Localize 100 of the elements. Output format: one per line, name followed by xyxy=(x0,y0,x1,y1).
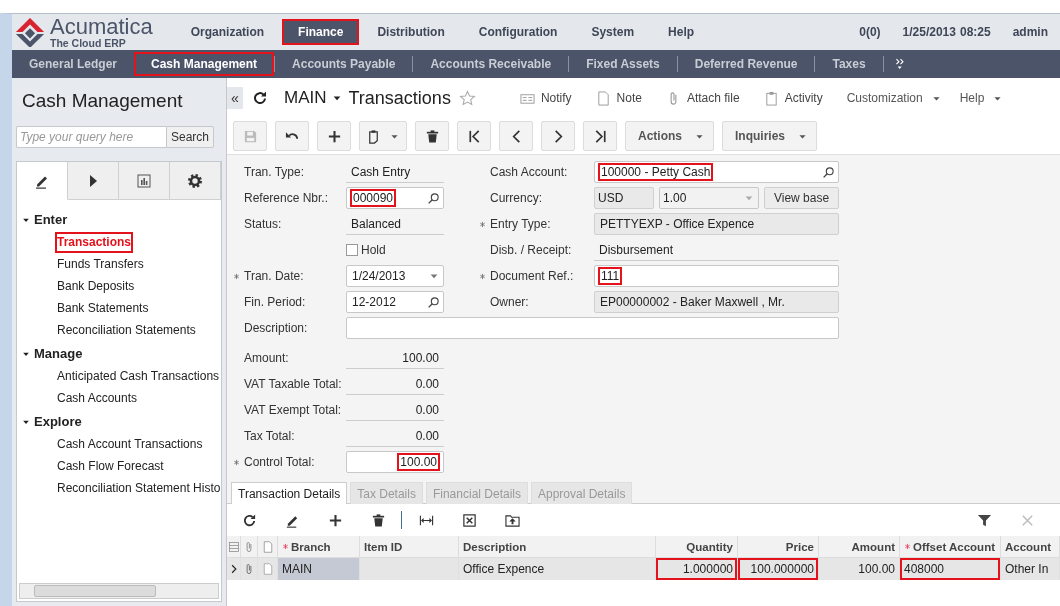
sidebar-tab[interactable] xyxy=(68,162,119,200)
column-header[interactable]: Offset Account xyxy=(900,536,1001,558)
x-box-icon xyxy=(461,512,477,528)
tree-item[interactable]: Bank Statements xyxy=(55,298,151,319)
trash-icon xyxy=(424,128,440,144)
last-button[interactable] xyxy=(583,121,617,151)
note-link[interactable]: Note xyxy=(595,90,642,106)
table-cell: 1.000000 xyxy=(656,558,738,580)
search-field[interactable]: Type your query here xyxy=(16,126,166,148)
description-field[interactable] xyxy=(346,317,839,339)
module-tab[interactable]: Accounts Receivable xyxy=(413,52,569,76)
tree-item[interactable]: Reconciliation Statements xyxy=(55,320,198,341)
notification-count[interactable]: 0(0) xyxy=(859,25,881,39)
table-cell: MAIN xyxy=(278,558,360,580)
checkbox[interactable]: Hold xyxy=(346,243,386,257)
first-button[interactable] xyxy=(457,121,491,151)
module-tab[interactable]: Deferred Revenue xyxy=(677,52,815,76)
field-label: VAT Exempt Total: xyxy=(244,403,343,417)
column-header[interactable]: Quantity xyxy=(656,536,738,558)
menu-item[interactable]: Configuration xyxy=(462,19,574,45)
menu-item[interactable]: Distribution xyxy=(361,19,461,45)
tree-item[interactable]: Anticipated Cash Transactions xyxy=(55,366,222,387)
column-header[interactable]: Price xyxy=(738,536,819,558)
lookup-field[interactable]: 000090 xyxy=(346,187,444,209)
field-value: Balanced xyxy=(346,213,444,235)
field-label: VAT Taxable Total: xyxy=(244,377,343,391)
menu-item[interactable]: System xyxy=(575,19,651,45)
column-header[interactable]: Item ID xyxy=(360,536,459,558)
input-field[interactable]: 100.00 xyxy=(346,451,444,473)
tab[interactable]: Transaction Details xyxy=(231,482,348,504)
undo-button[interactable] xyxy=(275,121,309,151)
menu-item[interactable]: Finance xyxy=(282,19,360,45)
clipboard-icon xyxy=(366,128,381,144)
menu-button[interactable]: Inquiries xyxy=(722,121,818,151)
column-header[interactable]: Account xyxy=(1001,536,1060,558)
table-cell: Office Expence xyxy=(459,558,656,580)
tree-item[interactable]: Reconciliation Statement Histo xyxy=(55,478,223,499)
column-header[interactable]: Amount xyxy=(819,536,900,558)
logo-subtitle: The Cloud ERP xyxy=(50,37,127,49)
module-tab[interactable]: Cash Management xyxy=(134,52,275,76)
column-header[interactable]: Branch xyxy=(278,536,360,558)
tree-group[interactable]: Explore xyxy=(17,410,88,433)
tree-item[interactable]: Funds Transfers xyxy=(55,254,146,275)
amount-value: 0.00 xyxy=(346,399,444,421)
logo-icon xyxy=(15,17,45,47)
paperclip-icon xyxy=(243,540,255,553)
next-button[interactable] xyxy=(541,121,575,151)
amount-value: 0.00 xyxy=(346,425,444,447)
bar-chart-icon xyxy=(136,172,152,189)
field-label: Status: xyxy=(244,217,283,231)
star-icon xyxy=(458,89,476,107)
read-only-field: PETTYEXP - Office Expence xyxy=(594,213,839,235)
search-button[interactable]: Search xyxy=(166,126,215,148)
tree-item[interactable]: Cash Flow Forecast xyxy=(55,456,166,477)
date-field[interactable]: 1/24/2013 xyxy=(346,265,444,287)
search-icon xyxy=(822,165,835,179)
menu-item[interactable]: Organization xyxy=(174,19,281,45)
field-label: Description: xyxy=(244,321,309,335)
notify-link[interactable]: Notify xyxy=(519,90,572,106)
sidebar-tab[interactable] xyxy=(170,162,221,200)
menu-button[interactable]: Actions xyxy=(625,121,714,151)
tree-item[interactable]: Bank Deposits xyxy=(55,276,137,297)
tree-group[interactable]: Enter xyxy=(17,208,74,231)
module-tab[interactable]: General Ledger xyxy=(12,52,135,76)
field-value: Disbursement xyxy=(594,239,839,261)
activity-link[interactable]: Activity xyxy=(763,90,823,106)
tree-item[interactable]: Cash Accounts xyxy=(55,388,140,409)
field-label: Control Total: xyxy=(244,455,316,469)
menu-link[interactable]: Customization xyxy=(846,91,942,105)
copy-button[interactable] xyxy=(359,121,407,151)
table-cell: Other In xyxy=(1001,558,1060,580)
menu-link[interactable]: Help xyxy=(959,91,1004,105)
delete-button[interactable] xyxy=(415,121,449,151)
add-button[interactable] xyxy=(317,121,351,151)
lookup-field[interactable]: 12-2012 xyxy=(346,291,444,313)
input-field[interactable]: 111 xyxy=(594,265,839,287)
horizontal-scrollbar[interactable] xyxy=(19,583,219,599)
company-selector[interactable]: MAIN xyxy=(284,88,343,108)
search-icon xyxy=(427,295,440,309)
user-name[interactable]: admin xyxy=(1012,25,1048,39)
field-value: Cash Entry xyxy=(346,161,444,183)
module-tab[interactable]: Taxes xyxy=(815,52,883,76)
tree-item[interactable]: Transactions xyxy=(55,232,134,253)
view-base-button[interactable]: View base xyxy=(764,187,839,209)
rate-dropdown[interactable]: 1.00 xyxy=(659,187,759,209)
field-label: Entry Type: xyxy=(490,217,552,231)
amount-value: 0.00 xyxy=(346,373,444,395)
module-tab[interactable]: Accounts Payable xyxy=(275,52,413,76)
plus-icon xyxy=(327,512,343,528)
collapse-button[interactable]: « xyxy=(227,87,243,109)
previous-button[interactable] xyxy=(499,121,533,151)
menu-item[interactable]: Help xyxy=(652,19,711,45)
attach-link[interactable]: Attach file xyxy=(665,90,740,106)
tree-group[interactable]: Manage xyxy=(17,342,89,365)
tree-item[interactable]: Cash Account Transactions xyxy=(55,434,205,455)
column-header[interactable]: Description xyxy=(459,536,656,558)
module-tab[interactable]: Fixed Assets xyxy=(569,52,677,76)
page-icon xyxy=(595,90,611,106)
lookup-field[interactable]: 100000 - Petty Cash xyxy=(594,161,839,183)
row-indicator[interactable] xyxy=(227,558,241,580)
